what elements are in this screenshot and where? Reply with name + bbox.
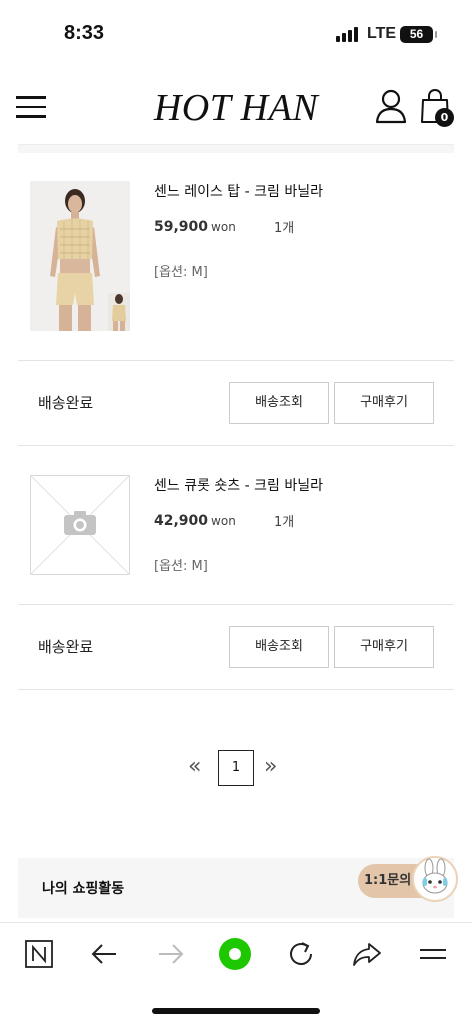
product-price: 42,900 won [154,513,236,529]
bunny-avatar-icon [412,856,458,902]
product-price: 59,900 won [154,219,236,235]
product-image-placeholder[interactable] [29,474,131,576]
order-item: 센느 큐롯 숏츠 - 크림 바닐라 42,900 won 1개 [옵션: M] [18,474,454,576]
battery-icon: 56 [400,26,437,43]
section-strip [18,144,454,153]
price-value: 59,900 [154,219,209,235]
signal-icon [336,27,358,42]
currency-label: won [211,220,236,234]
product-name[interactable]: 센느 큐롯 숏츠 - 크림 바닐라 [154,475,323,495]
network-label: LTE [367,25,397,42]
divider [18,445,454,446]
delivery-status: 배송완료 [38,394,94,412]
browser-toolbar [0,922,472,988]
track-delivery-button[interactable]: 배송조회 [229,626,329,668]
product-image[interactable] [30,181,130,331]
divider [18,604,454,605]
naver-n-icon[interactable] [22,937,56,971]
status-time: 8:33 [64,22,105,44]
divider [18,360,454,361]
refresh-icon[interactable] [284,937,318,971]
product-name[interactable]: 센느 레이스 탑 - 크림 바닐라 [154,181,323,201]
product-option: [옵션: M] [154,559,208,574]
menu-icon[interactable] [416,937,450,971]
order-status-row: 배송완료 배송조회 구매후기 [18,626,454,668]
product-option: [옵션: M] [154,265,208,280]
section-title: 나의 쇼핑활동 [42,881,125,897]
order-item: 센느 레이스 탑 - 크림 바닐라 59,900 won 1개 [옵션: M] [18,181,454,331]
product-quantity: 1개 [274,221,295,236]
prev-page-button[interactable]: « [188,754,201,779]
order-status-row: 배송완료 배송조회 구매후기 [18,382,454,424]
one-to-one-inquiry-button[interactable]: 1:1문의 [358,856,458,902]
track-delivery-button[interactable]: 배송조회 [229,382,329,424]
pagination: « 1 » [0,750,472,788]
green-home-icon[interactable] [218,937,252,971]
share-icon[interactable] [350,937,384,971]
cart-button[interactable]: 0 [420,88,456,127]
forward-arrow-icon[interactable] [153,937,187,971]
currency-label: won [211,514,236,528]
status-bar: 8:33 LTE 56 [0,0,472,70]
next-page-button[interactable]: » [264,754,277,779]
home-indicator[interactable] [152,1008,320,1014]
write-review-button[interactable]: 구매후기 [334,382,434,424]
delivery-status: 배송완료 [38,638,94,656]
cart-count-badge: 0 [435,108,454,127]
page-number-current[interactable]: 1 [218,750,254,786]
write-review-button[interactable]: 구매후기 [334,626,434,668]
back-arrow-icon[interactable] [88,937,122,971]
divider [18,689,454,690]
user-icon[interactable] [374,88,408,124]
product-quantity: 1개 [274,515,295,530]
site-header: HOT HAN 0 [0,70,472,146]
price-value: 42,900 [154,513,209,529]
